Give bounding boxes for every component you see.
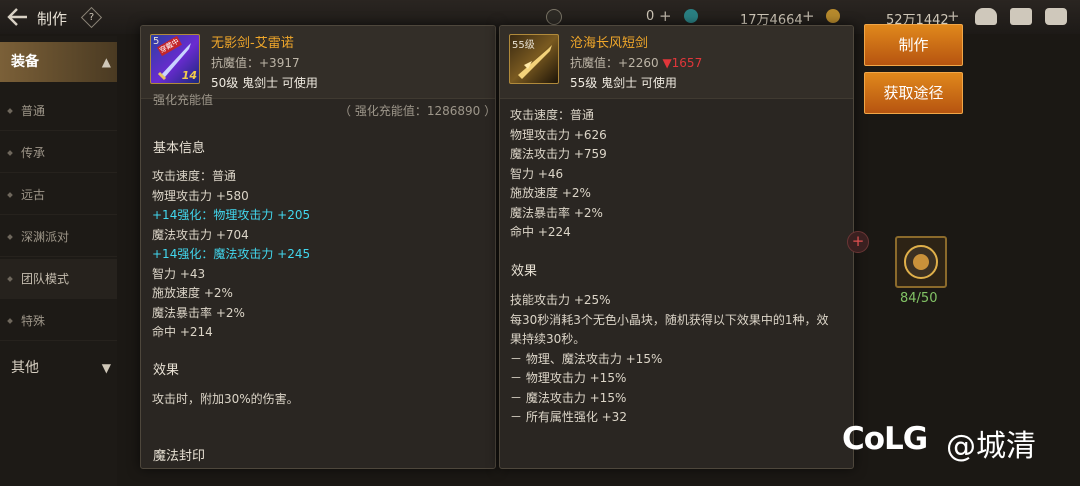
gold-coin-icon	[546, 9, 562, 25]
item-thumbnail: 55级	[509, 34, 559, 84]
effect-line: － 物理、魔法攻击力 +15%	[510, 352, 663, 366]
effect-title: 效果	[511, 264, 538, 279]
chat-icon[interactable]	[1045, 8, 1067, 25]
material-count: 84/50	[900, 291, 938, 306]
page-title: 制作	[37, 10, 68, 28]
stat-line-enhance: +14强化：魔法攻击力 +245	[152, 247, 311, 261]
mail-icon[interactable]	[1010, 8, 1032, 25]
help-mark: ?	[88, 12, 95, 23]
currency-1-add-button[interactable]: +	[659, 7, 672, 25]
stat-line: 攻击速度：普通	[510, 108, 595, 122]
pot-icon[interactable]	[975, 8, 997, 25]
resist-diff: ▼1657	[662, 56, 703, 70]
compare-item-tooltip: 55级 沧海长风短剑 抗魔值：+2260 ▼1657 55级 鬼剑士 可使用 攻…	[499, 25, 854, 469]
crystal-icon	[904, 245, 938, 279]
stat-line: 魔法攻击力 +704	[152, 228, 249, 242]
item-name: 沧海长风短剑	[570, 36, 649, 51]
chevron-down-icon: ▼	[101, 361, 111, 375]
gem-icon	[684, 9, 698, 23]
stat-line: 施放速度 +2%	[510, 186, 591, 200]
stat-line: 物理攻击力 +626	[510, 128, 607, 142]
back-arrow-icon[interactable]	[6, 7, 28, 27]
sidebar-item-raid[interactable]: 团队模式	[0, 259, 117, 299]
item-thumbnail: 5 穿戴中 14	[150, 34, 200, 84]
make-button[interactable]: 制作	[864, 24, 963, 66]
stat-line-enhance: +14强化：物理攻击力 +205	[152, 208, 311, 222]
basic-info-title: 基本信息	[153, 141, 206, 156]
currency-1-value: 0	[646, 9, 655, 24]
sidebar-item-inherit[interactable]: 传承	[0, 133, 117, 173]
help-icon[interactable]: ?	[80, 6, 103, 29]
stat-line: 物理攻击力 +580	[152, 189, 249, 203]
stat-line: 攻击速度：普通	[152, 169, 237, 183]
stat-line: 命中 +214	[152, 325, 213, 339]
sidebar-item-normal[interactable]: 普通	[0, 91, 117, 131]
currency-3-add-button[interactable]: +	[947, 7, 960, 25]
stat-line: 魔法暴击率 +2%	[152, 306, 245, 320]
add-material-button[interactable]: +	[847, 231, 869, 253]
effect-line: － 物理攻击力 +15%	[510, 371, 627, 385]
recharge-value: （ 强化充能值：1286890 ）	[339, 104, 496, 118]
stat-line: 魔法攻击力 +759	[510, 147, 607, 161]
enhance-level: 14	[181, 69, 197, 82]
coin-icon	[826, 9, 840, 23]
sidebar-item-ancient[interactable]: 远古	[0, 175, 117, 215]
item-resist-value: 抗魔值：+2260	[570, 56, 659, 70]
item-level-class: 50级 鬼剑士 可使用	[211, 76, 318, 90]
stat-line: 魔法暴击率 +2%	[510, 206, 603, 220]
item-level-badge: 55级	[512, 40, 535, 51]
effect-line: 技能攻击力 +25%	[510, 293, 611, 307]
stat-line: 智力 +46	[510, 167, 564, 181]
watermark-user: @城清	[946, 429, 1036, 464]
material-slot[interactable]	[895, 236, 947, 288]
item-resist: 抗魔值：+2260 ▼1657	[570, 54, 702, 71]
effect-line: 果持续30秒。	[510, 332, 586, 346]
sidebar: 装备 ▲ 普通 传承 远古 深渊派对 团队模式 特殊 其他 ▼	[0, 36, 117, 486]
sidebar-category-equip-label: 装备	[11, 54, 39, 70]
sidebar-category-equip[interactable]: 装备 ▲	[0, 42, 117, 82]
section-heading-partial: 强化充能值	[153, 93, 214, 107]
sidebar-category-other-label: 其他	[11, 360, 39, 376]
equipped-item-tooltip: 5 穿戴中 14 无影剑-艾雷诺 抗魔值：+3917 50级 鬼剑士 可使用 强…	[140, 25, 496, 469]
item-resist: 抗魔值：+3917	[211, 56, 300, 70]
effect-line: － 魔法攻击力 +15%	[510, 391, 627, 405]
item-header: 5 穿戴中 14 无影剑-艾雷诺 抗魔值：+3917 50级 鬼剑士 可使用	[141, 26, 495, 99]
effect-text: 攻击时，附加30%的伤害。	[152, 392, 299, 406]
magic-seal-title: 魔法封印	[153, 449, 206, 464]
currency-2-add-button[interactable]: +	[802, 7, 815, 25]
stat-line: 施放速度 +2%	[152, 286, 233, 300]
effect-title: 效果	[153, 363, 180, 378]
sidebar-item-special[interactable]: 特殊	[0, 301, 117, 341]
chevron-up-icon: ▲	[101, 55, 111, 69]
item-header: 55级 沧海长风短剑 抗魔值：+2260 ▼1657 55级 鬼剑士 可使用	[500, 26, 853, 99]
stat-line: 命中 +224	[510, 225, 571, 239]
obtain-source-button[interactable]: 获取途径	[864, 72, 963, 114]
item-level-class: 55级 鬼剑士 可使用	[570, 76, 677, 90]
item-name: 无影剑-艾雷诺	[211, 36, 294, 51]
effect-line: － 所有属性强化 +32	[510, 410, 627, 424]
effect-line: 每30秒消耗3个无色小晶块，随机获得以下效果中的1种，效	[510, 313, 829, 327]
stat-line: 智力 +43	[152, 267, 206, 281]
sidebar-category-other[interactable]: 其他 ▼	[0, 348, 117, 388]
sidebar-item-abyss[interactable]: 深渊派对	[0, 217, 117, 257]
watermark-logo: CoLG	[842, 421, 928, 457]
